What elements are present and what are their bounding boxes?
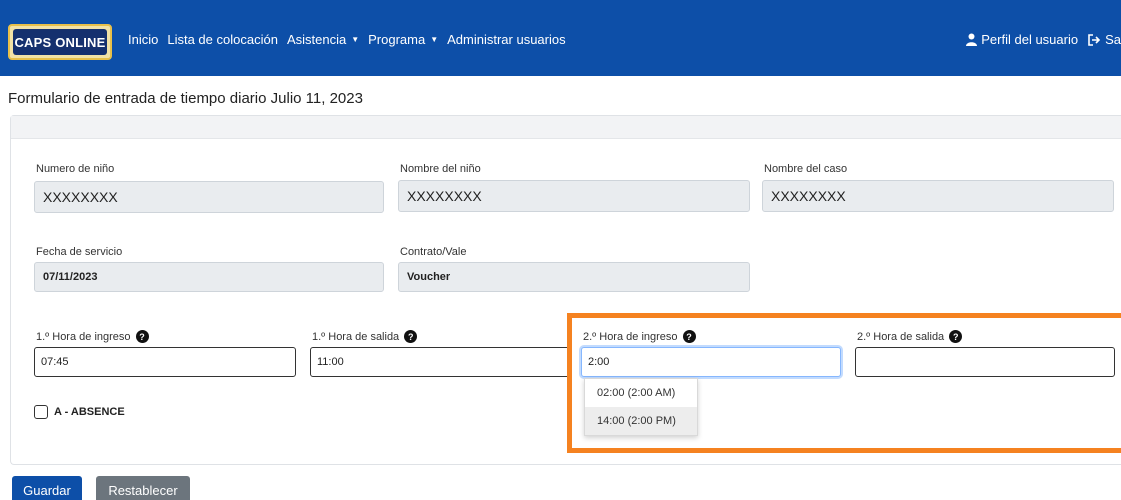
service-date-label: Fecha de servicio (36, 246, 123, 258)
caps-online-logo[interactable]: CAPS ONLINE (8, 24, 112, 60)
contract-label: Contrato/Vale (400, 246, 467, 258)
question-circle-icon[interactable]: ? (135, 330, 149, 343)
nav-dropdown-attendance[interactable]: Asistencia ▼ (287, 32, 359, 47)
save-button[interactable]: Guardar (12, 476, 82, 500)
nav-link-manage-users[interactable]: Administrar usuarios (447, 32, 566, 47)
nav-link-placement-list[interactable]: Lista de colocación (167, 32, 278, 47)
case-name-label: Nombre del caso (764, 163, 848, 175)
time-suggestion-dropdown: 02:00 (2:00 AM) 14:00 (2:00 PM) (584, 378, 698, 436)
page-title: Formulario de entrada de tiempo diario J… (8, 90, 363, 107)
child-name-field: XXXXXXXX (398, 180, 750, 212)
question-circle-icon[interactable]: ? (949, 330, 963, 343)
child-name-label: Nombre del niño (400, 163, 481, 175)
time-out-1-input[interactable] (310, 347, 572, 377)
caret-down-icon: ▼ (430, 35, 439, 44)
contract-field: Voucher (398, 262, 750, 292)
question-circle-icon[interactable]: ? (682, 330, 696, 343)
absence-checkbox-row[interactable]: A - ABSENCE (34, 405, 125, 419)
sign-out-icon (1088, 33, 1101, 46)
time-in-1-label: 1.º Hora de ingreso ? (36, 330, 149, 343)
nav-dropdown-program[interactable]: Programa ▼ (368, 32, 438, 47)
time-in-2-label: 2.º Hora de ingreso ? (583, 330, 696, 343)
time-out-1-label: 1.º Hora de salida ? (312, 330, 418, 343)
absence-label: A - ABSENCE (54, 406, 125, 418)
time-out-2-label: 2.º Hora de salida ? (857, 330, 963, 343)
case-name-field: XXXXXXXX (762, 180, 1114, 212)
nav-link-inicio[interactable]: Inicio (128, 32, 158, 47)
time-in-2-input[interactable] (581, 347, 841, 377)
question-circle-icon[interactable]: ? (404, 330, 418, 343)
time-option-2pm[interactable]: 14:00 (2:00 PM) (585, 407, 697, 435)
logout-link[interactable]: Sa (1088, 32, 1121, 47)
nav-links: Inicio Lista de colocación Asistencia ▼ P… (128, 32, 575, 47)
logo-text: CAPS ONLINE (14, 34, 106, 50)
time-in-1-input[interactable] (34, 347, 296, 377)
time-out-2-input[interactable] (855, 347, 1115, 377)
service-date-field: 07/11/2023 (34, 262, 384, 292)
user-icon (966, 33, 978, 46)
child-number-field: XXXXXXXX (34, 181, 384, 213)
user-profile-link[interactable]: Perfil del usuario (966, 32, 1078, 47)
card-header (11, 116, 1121, 139)
top-navbar: CAPS ONLINE Inicio Lista de colocación A… (0, 0, 1121, 76)
caret-down-icon: ▼ (351, 35, 360, 44)
logo-inner: CAPS ONLINE (13, 29, 107, 55)
absence-checkbox[interactable] (34, 405, 48, 419)
child-number-label: Numero de niño (36, 163, 115, 175)
reset-button[interactable]: Restablecer (96, 476, 190, 500)
nav-right: Perfil del usuario Sa (956, 32, 1121, 47)
time-option-2am[interactable]: 02:00 (2:00 AM) (585, 379, 697, 407)
